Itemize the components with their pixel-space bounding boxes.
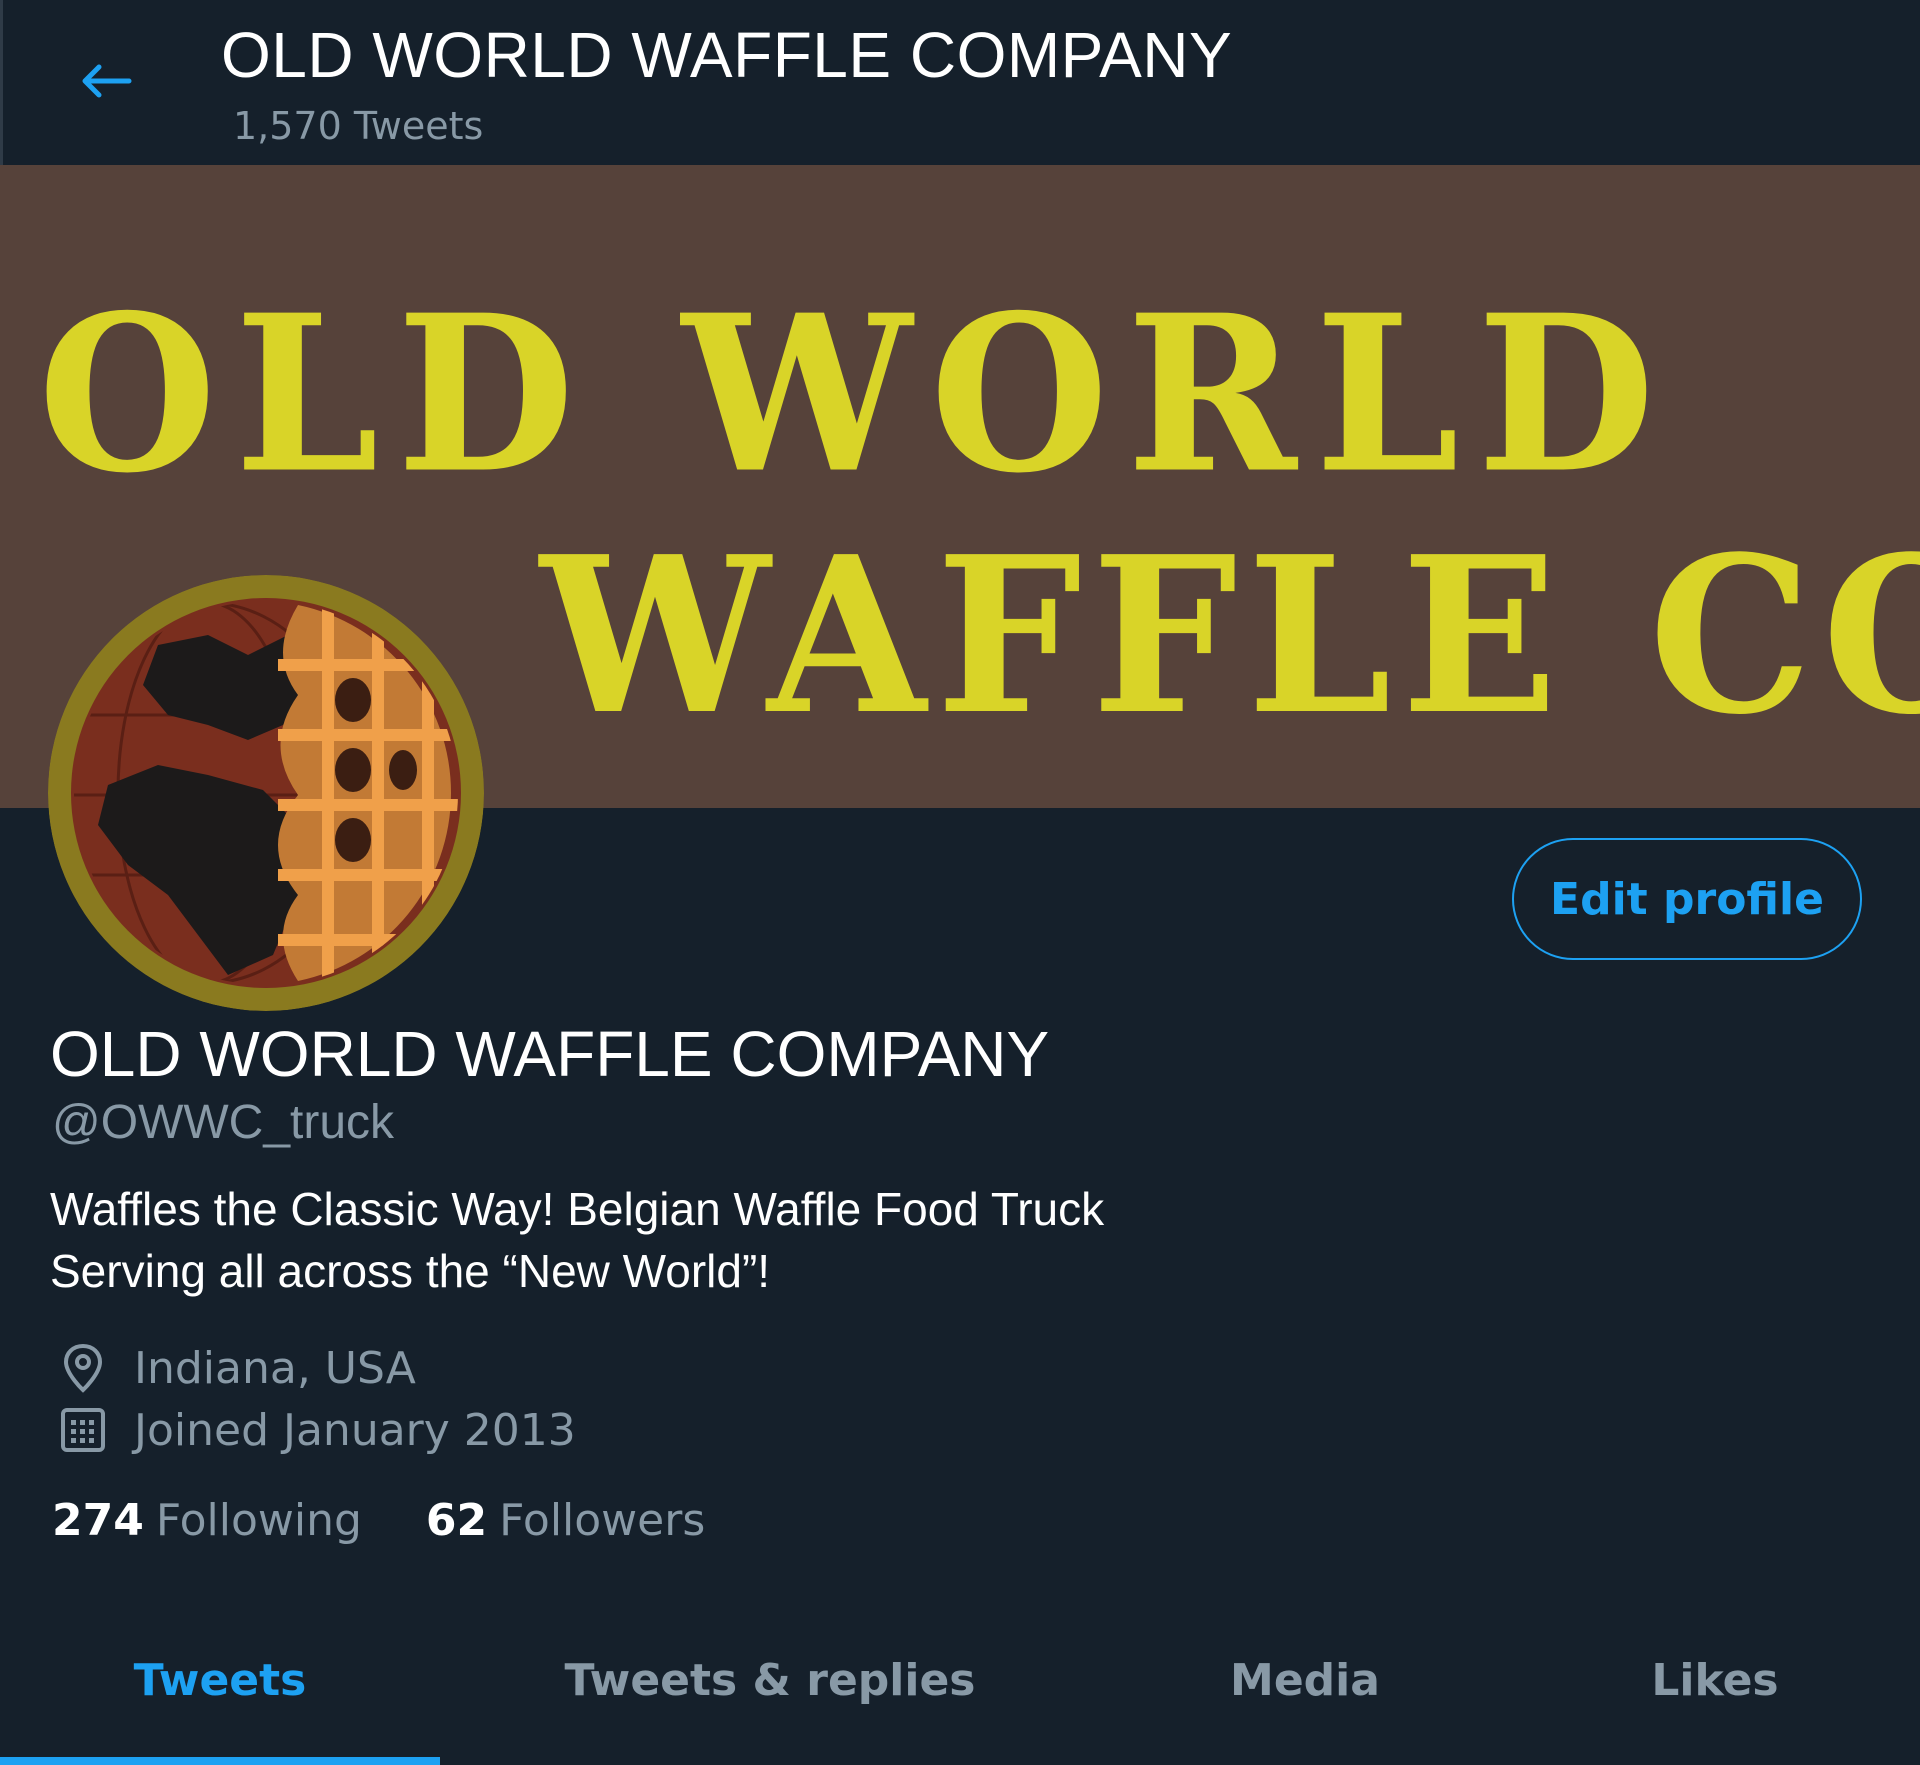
arrow-left-icon [82,64,132,98]
profile-page: OLD WORLD WAFFLE COMPANY 1,570 Tweets OL… [0,0,1920,1765]
followers-label: Followers [499,1494,706,1546]
followers-link[interactable]: 62 Followers [426,1495,705,1546]
profile-handle: @OWWC_truck [52,1096,395,1149]
svg-text:WAFFLE COMPANY: WAFFLE COMPANY [538,509,1920,762]
bio-line-2: Serving all across the “New World”! [50,1245,771,1297]
avatar[interactable] [48,575,484,1011]
following-link[interactable]: 274 Following [52,1495,362,1546]
tab-tweets[interactable]: Tweets [0,1620,440,1740]
profile-bio: Waffles the Classic Way! Belgian Waffle … [50,1178,1450,1302]
tweet-count: 1,570 Tweets [233,104,484,148]
profile-tabs: Tweets Tweets & replies Media Likes [0,1620,1920,1765]
calendar-icon [56,1403,110,1457]
tab-tweets-replies[interactable]: Tweets & replies [440,1620,1100,1740]
location-pin-icon [56,1341,110,1395]
active-tab-indicator [0,1757,440,1765]
following-count: 274 [52,1494,144,1546]
bio-line-1: Waffles the Classic Way! Belgian Waffle … [50,1183,1105,1235]
following-label: Following [155,1494,362,1546]
back-button[interactable] [65,46,145,116]
profile-name: OLD WORLD WAFFLE COMPANY [50,1018,1050,1090]
top-bar: OLD WORLD WAFFLE COMPANY 1,570 Tweets [0,0,1920,165]
joined-text: Joined January 2013 [134,1404,576,1456]
follow-counts: 274 Following 62 Followers [52,1490,705,1550]
location-row: Indiana, USA [56,1338,416,1398]
tab-media[interactable]: Media [1100,1620,1510,1740]
tab-likes[interactable]: Likes [1510,1620,1920,1740]
joined-row: Joined January 2013 [56,1400,576,1460]
svg-text:OLD WORLD: OLD WORLD [38,268,1673,521]
followers-count: 62 [425,1494,488,1546]
header-title: OLD WORLD WAFFLE COMPANY [221,19,1233,91]
location-text: Indiana, USA [134,1342,416,1394]
edit-profile-button[interactable]: Edit profile [1512,838,1862,960]
